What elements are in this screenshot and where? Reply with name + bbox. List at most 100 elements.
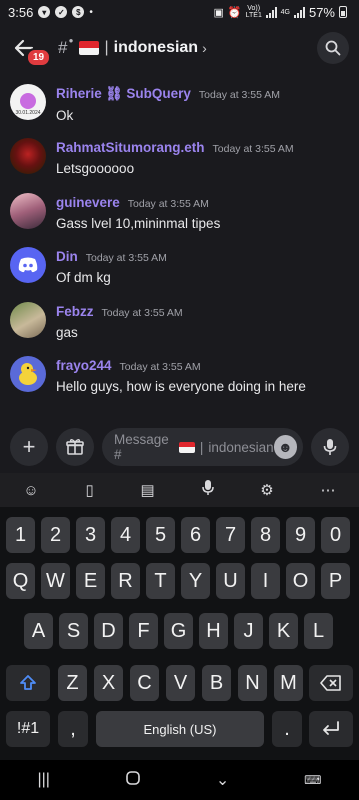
message-item[interactable]: RahmatSitumorang.eth Today at 3:55 AM Le… [10,138,350,188]
message-timestamp: Today at 3:55 AM [212,143,294,155]
battery-percent: 57% [308,4,335,20]
key-6[interactable]: 6 [181,517,210,553]
key-q[interactable]: Q [6,563,35,599]
status-time: 3:56 [8,4,34,20]
key-p[interactable]: P [321,563,350,599]
gallery-status-icon: ▣ [213,6,224,19]
key-v[interactable]: V [166,665,195,701]
key-n[interactable]: N [238,665,267,701]
symbols-key[interactable]: !#1 [6,711,50,747]
voice-message-button[interactable] [311,428,349,466]
message-item[interactable]: guinevere Today at 3:55 AM Gass lvel 10,… [10,193,350,243]
key-j[interactable]: J [234,613,263,649]
message-item[interactable]: frayo244 Today at 3:55 AM Hello guys, ho… [10,356,350,406]
indonesia-flag-icon [79,41,100,55]
key-l[interactable]: L [304,613,333,649]
search-button[interactable] [317,32,349,64]
key-5[interactable]: 5 [146,517,175,553]
key-c[interactable]: C [130,665,159,701]
key-d[interactable]: D [94,613,123,649]
message-text: Letsgoooooo [56,161,135,176]
voice-input-icon[interactable] [201,480,214,500]
key-s[interactable]: S [59,613,88,649]
backspace-icon [320,675,341,691]
message-timestamp: Today at 3:55 AM [198,89,281,101]
alarm-icon: ⏰ [227,6,242,19]
key-7[interactable]: 7 [216,517,245,553]
message-username[interactable]: frayo244 [56,358,112,373]
message-username[interactable]: Febzz [56,304,94,319]
key-h[interactable]: H [199,613,228,649]
key-o[interactable]: O [286,563,315,599]
key-f[interactable]: F [129,613,158,649]
space-key[interactable]: English (US) [96,711,264,747]
key-b[interactable]: B [202,665,231,701]
message-timestamp: Today at 3:55 AM [127,198,209,210]
recent-apps-icon[interactable]: ||| [37,771,49,789]
key-y[interactable]: Y [181,563,210,599]
channel-title[interactable]: indonesian [114,39,198,57]
message-username[interactable]: Din [56,249,78,264]
signal-2-icon [293,6,305,18]
key-r[interactable]: R [111,563,140,599]
avatar[interactable] [10,302,46,338]
avatar-caption: 30.01.2024 [15,109,41,116]
avatar[interactable] [10,356,46,392]
message-input[interactable]: Message # | indonesian ☻ [102,428,303,466]
key-9[interactable]: 9 [286,517,315,553]
shift-key[interactable] [6,665,50,701]
avatar[interactable] [10,138,46,174]
message-placeholder-channel: indonesian [208,439,274,455]
key-8[interactable]: 8 [251,517,280,553]
avatar[interactable]: 30.01.2024 [10,84,46,120]
message-username[interactable]: Riherie ⛓ SubQuery [56,86,191,102]
signal-1-icon [265,6,277,18]
key-m[interactable]: M [274,665,303,701]
message-username[interactable]: RahmatSitumorang.eth [56,140,205,155]
add-attachment-button[interactable]: + [10,428,48,466]
keyboard-settings-icon[interactable]: ⚙ [260,481,273,499]
key-3[interactable]: 3 [76,517,105,553]
avatar[interactable] [10,247,46,283]
message-item[interactable]: Din Today at 3:55 AM Of dm kg [10,247,350,297]
key-k[interactable]: K [269,613,298,649]
chevron-right-icon[interactable]: › [202,40,207,56]
gift-button[interactable] [56,428,94,466]
key-1[interactable]: 1 [6,517,35,553]
message-item[interactable]: 30.01.2024 Riherie ⛓ SubQuery Today at 3… [10,84,350,134]
emoji-picker-icon[interactable]: ☻ [273,435,297,459]
period-key[interactable]: . [272,711,302,747]
key-i[interactable]: I [251,563,280,599]
gift-icon [66,439,84,455]
text-editing-icon[interactable]: ▤ [141,481,155,499]
key-e[interactable]: E [76,563,105,599]
clipboard-icon[interactable]: ▯ [86,481,94,499]
backspace-key[interactable] [309,665,353,701]
channel-separator: | [104,39,109,56]
key-w[interactable]: W [41,563,70,599]
key-z[interactable]: Z [58,665,87,701]
key-x[interactable]: X [94,665,123,701]
battery-icon [339,6,347,18]
message-timestamp: Today at 3:55 AM [85,252,167,264]
keyboard-switch-icon[interactable]: ⌨ [304,773,321,787]
avatar[interactable] [10,193,46,229]
key-2[interactable]: 2 [41,517,70,553]
enter-key[interactable] [309,711,353,747]
home-icon[interactable] [125,770,141,791]
hide-keyboard-icon[interactable]: ⌄ [216,770,229,790]
key-t[interactable]: T [146,563,175,599]
discord-logo-icon [18,257,38,273]
keyboard-emoji-icon[interactable]: ☺ [23,482,38,499]
key-a[interactable]: A [24,613,53,649]
key-u[interactable]: U [216,563,245,599]
comma-key[interactable]: , [58,711,88,747]
message-item[interactable]: Febzz Today at 3:55 AM gas [10,302,350,352]
key-4[interactable]: 4 [111,517,140,553]
message-username[interactable]: guinevere [56,195,120,210]
message-text: Hello guys, how is everyone doing in her… [56,379,306,394]
more-options-icon[interactable]: ⋯ [321,481,336,499]
key-0[interactable]: 0 [321,517,350,553]
microphone-icon [323,439,337,455]
key-g[interactable]: G [164,613,193,649]
